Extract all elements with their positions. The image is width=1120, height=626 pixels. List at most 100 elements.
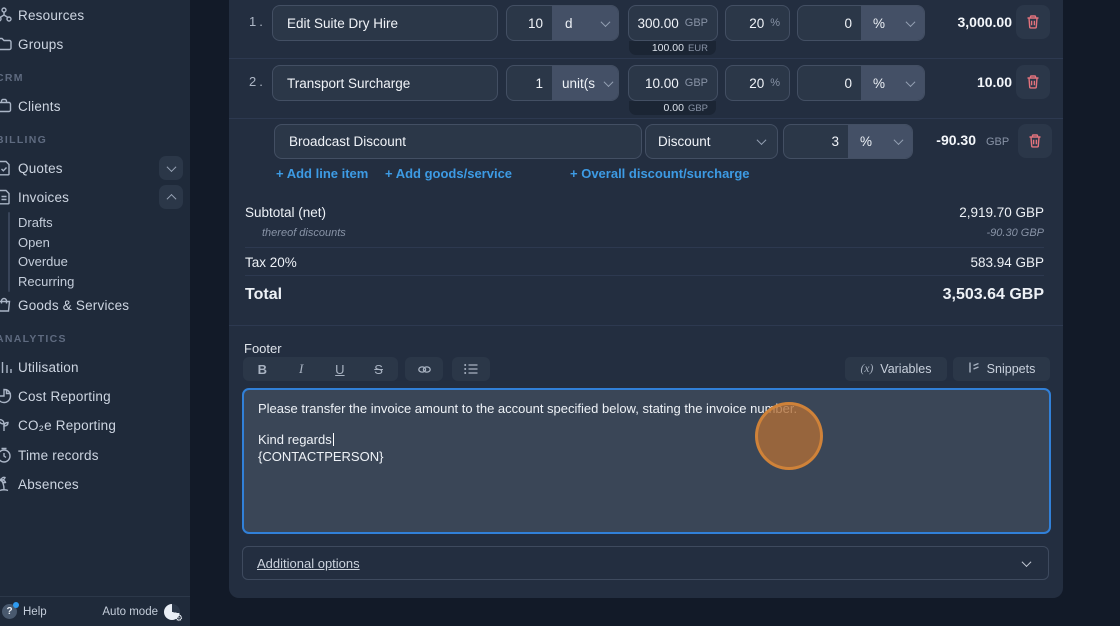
strikethrough-button[interactable]: S bbox=[360, 357, 398, 381]
subtotal-value: 2,919.70 GBP bbox=[959, 205, 1044, 220]
tax-input[interactable]: 20 % bbox=[725, 65, 790, 101]
price-value: 300.00 bbox=[637, 16, 678, 31]
help-icon: ? bbox=[2, 604, 17, 619]
description-input[interactable]: Edit Suite Dry Hire bbox=[272, 5, 498, 41]
tax-input[interactable]: 20 % bbox=[725, 5, 790, 41]
surcharge-description-input[interactable]: Broadcast Discount bbox=[274, 124, 642, 159]
discounts-label: thereof discounts bbox=[262, 227, 346, 239]
snippets-button[interactable]: Snippets bbox=[953, 357, 1050, 381]
price-converted: 100.00 EUR bbox=[629, 41, 716, 55]
sidebar-item-cost-reporting[interactable]: Cost Reporting bbox=[0, 384, 190, 408]
totals-divider bbox=[245, 275, 1044, 276]
unit-select[interactable]: d bbox=[552, 6, 618, 40]
sidebar-item-overdue[interactable]: Overdue bbox=[0, 251, 190, 271]
variables-label: Variables bbox=[880, 362, 931, 376]
sidebar-item-label: Resources bbox=[18, 8, 84, 23]
unit-value: % bbox=[873, 76, 885, 91]
currency-suffix: EUR bbox=[688, 43, 708, 54]
sidebar-item-open[interactable]: Open bbox=[0, 232, 190, 252]
sidebar-item-label: Groups bbox=[18, 37, 63, 52]
currency-suffix: GBP bbox=[685, 77, 708, 89]
invoice-editor-card: 1. Edit Suite Dry Hire 10 d 300.00 GBP 1… bbox=[229, 0, 1063, 598]
shopping-bag-icon bbox=[0, 296, 13, 314]
chevron-down-icon bbox=[757, 135, 767, 145]
quantity-input[interactable]: 1 bbox=[507, 66, 552, 100]
link-icon bbox=[417, 362, 432, 377]
description-value: Broadcast Discount bbox=[289, 134, 406, 149]
invoice-document-icon bbox=[0, 188, 13, 206]
sidebar-section-billing: BILLING bbox=[0, 134, 47, 146]
sidebar-item-recurring[interactable]: Recurring bbox=[0, 271, 190, 291]
variables-icon: (x) bbox=[861, 363, 874, 375]
sidebar-item-drafts[interactable]: Drafts bbox=[0, 212, 190, 232]
total-value: 3,503.64 GBP bbox=[943, 286, 1044, 304]
palm-icon bbox=[0, 475, 13, 493]
quantity-input[interactable]: 10 bbox=[507, 6, 552, 40]
sidebar-item-label: Clients bbox=[18, 99, 61, 114]
total-label: Total bbox=[245, 286, 282, 304]
sidebar: Resources Groups CRM Clients BILLING Quo… bbox=[0, 0, 190, 626]
chevron-down-icon bbox=[1022, 557, 1032, 567]
italic-button[interactable]: I bbox=[282, 357, 320, 381]
help-label: Help bbox=[23, 606, 47, 618]
sidebar-item-clients[interactable]: Clients bbox=[0, 94, 190, 118]
price-input[interactable]: 300.00 GBP bbox=[628, 5, 718, 41]
unit-select[interactable]: unit(s bbox=[552, 66, 618, 100]
row-total: 3,000.00 bbox=[899, 14, 1012, 30]
resources-icon bbox=[0, 6, 13, 24]
sidebar-item-absences[interactable]: Absences bbox=[0, 472, 190, 496]
subtotal-label: Subtotal (net) bbox=[245, 205, 326, 220]
link-button[interactable] bbox=[405, 357, 443, 381]
help-button[interactable]: ? Help bbox=[2, 604, 47, 619]
add-goods-service-link[interactable]: + Add goods/service bbox=[385, 166, 512, 181]
sidebar-item-utilisation[interactable]: Utilisation bbox=[0, 355, 190, 379]
trash-icon bbox=[1025, 14, 1041, 30]
format-toolbar: B I U S bbox=[243, 357, 398, 381]
unit-value: d bbox=[565, 16, 573, 31]
currency-suffix: GBP bbox=[685, 17, 708, 29]
sidebar-item-time-records[interactable]: Time records bbox=[0, 443, 190, 467]
quote-document-icon bbox=[0, 159, 13, 177]
delete-row-button[interactable] bbox=[1016, 5, 1050, 39]
price-value: 10.00 bbox=[645, 76, 679, 91]
trash-icon bbox=[1025, 74, 1041, 90]
surcharge-type-select[interactable]: Discount bbox=[645, 124, 778, 159]
chevron-down-icon bbox=[604, 77, 614, 87]
price-input[interactable]: 10.00 GBP bbox=[628, 65, 718, 101]
sidebar-item-groups[interactable]: Groups bbox=[0, 32, 190, 56]
pie-chart-icon bbox=[0, 387, 13, 405]
chevron-down-icon bbox=[601, 17, 611, 27]
additional-options-toggle[interactable]: Additional options bbox=[242, 546, 1049, 580]
notification-dot bbox=[13, 602, 19, 608]
overall-discount-link[interactable]: + Overall discount/surcharge bbox=[570, 166, 750, 181]
chevron-up-icon bbox=[166, 193, 176, 203]
discount-input[interactable]: 0 bbox=[798, 6, 861, 40]
sidebar-item-goods-services[interactable]: Goods & Services bbox=[0, 293, 190, 317]
sidebar-item-label: Quotes bbox=[18, 161, 63, 176]
section-divider bbox=[229, 325, 1063, 326]
bold-button[interactable]: B bbox=[243, 357, 281, 381]
sidebar-item-resources[interactable]: Resources bbox=[0, 3, 190, 27]
editor-paragraph: {CONTACTPERSON} bbox=[258, 448, 1035, 465]
sidebar-item-co2e-reporting[interactable]: CO₂e Reporting bbox=[0, 413, 190, 437]
invoices-collapse-button[interactable] bbox=[159, 185, 183, 209]
add-line-item-link[interactable]: + Add line item bbox=[276, 166, 368, 181]
description-input[interactable]: Transport Surcharge bbox=[272, 65, 498, 101]
delete-surcharge-button[interactable] bbox=[1018, 124, 1052, 158]
sidebar-section-analytics: ANALYTICS bbox=[0, 333, 67, 345]
variables-button[interactable]: (x) Variables bbox=[845, 357, 947, 381]
sub-item-label: Drafts bbox=[18, 215, 53, 230]
text-caret bbox=[333, 433, 335, 446]
auto-mode-toggle[interactable]: Auto mode ⚙ bbox=[102, 604, 180, 620]
unit-value: unit(s bbox=[562, 76, 595, 91]
surcharge-value-input[interactable]: 3 bbox=[784, 125, 848, 158]
underline-button[interactable]: U bbox=[321, 357, 359, 381]
quotes-expand-button[interactable] bbox=[159, 156, 183, 180]
sidebar-item-label: Invoices bbox=[18, 190, 69, 205]
list-button[interactable] bbox=[452, 357, 490, 381]
footer-text-editor[interactable]: Please transfer the invoice amount to th… bbox=[242, 388, 1051, 534]
delete-row-button[interactable] bbox=[1016, 65, 1050, 99]
discount-input[interactable]: 0 bbox=[798, 66, 861, 100]
sidebar-item-label: Absences bbox=[18, 477, 79, 492]
percent-suffix: % bbox=[770, 17, 780, 29]
